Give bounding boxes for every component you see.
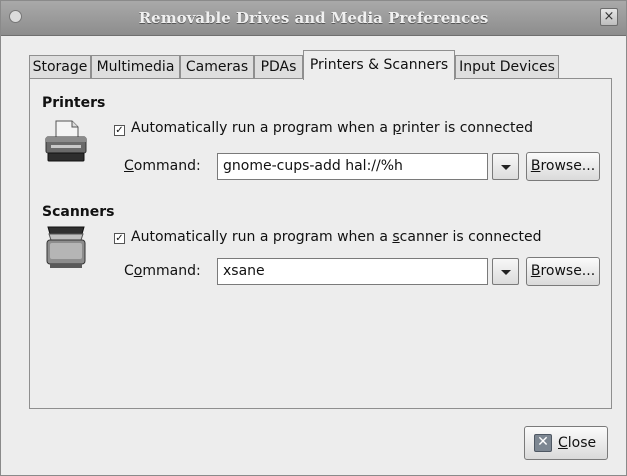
- close-button[interactable]: ✕ Close: [524, 426, 608, 460]
- printer-command-label: Command:: [124, 158, 201, 174]
- window-close-button[interactable]: ×: [600, 8, 618, 26]
- window-title: Removable Drives and Media Preferences: [138, 9, 489, 27]
- printer-command-mnemonic: C: [124, 158, 134, 174]
- scanner-icon: [46, 226, 86, 268]
- tab-input-devices[interactable]: Input Devices: [455, 55, 559, 79]
- scanner-browse-mnemonic: B: [530, 263, 541, 279]
- scanner-browse-button[interactable]: Browse...: [526, 257, 600, 286]
- chevron-down-icon: [501, 165, 511, 170]
- tab-cameras[interactable]: Cameras: [180, 55, 254, 79]
- printer-autorun-mnemonic: p: [392, 120, 402, 136]
- scanner-command-dropdown-button[interactable]: [492, 258, 519, 285]
- printer-command-input[interactable]: gnome-cups-add hal://%h: [217, 153, 488, 180]
- scanner-autorun-label-post: canner is connected: [399, 229, 542, 245]
- printer-autorun-label-post: rinter is connected: [401, 120, 534, 136]
- printer-icon: [45, 120, 87, 162]
- scanners-heading: Scanners: [42, 204, 115, 220]
- scanner-autorun-label-pre: Automatically run a program when a: [131, 229, 393, 245]
- printer-autorun-checkbox[interactable]: ✓: [114, 125, 125, 136]
- printers-heading: Printers: [42, 95, 106, 111]
- close-icon: ✕: [534, 434, 552, 452]
- tab-storage[interactable]: Storage: [29, 55, 91, 79]
- scanner-autorun-label[interactable]: Automatically run a program when a scann…: [131, 229, 541, 245]
- close-button-label: Close: [558, 435, 596, 451]
- printers-scanners-page: Printers ✓ Automatically run a program w…: [29, 78, 612, 409]
- scanner-command-input[interactable]: xsane: [217, 258, 488, 285]
- close-mnemonic: C: [558, 435, 568, 451]
- tab-multimedia[interactable]: Multimedia: [91, 55, 180, 79]
- scanner-command-label-pre: C: [124, 263, 134, 279]
- tab-printers-scanners[interactable]: Printers & Scanners: [303, 50, 455, 80]
- chevron-down-icon: [501, 270, 511, 275]
- scanner-autorun-checkbox[interactable]: ✓: [114, 233, 125, 244]
- scanner-browse-label: rowse...: [540, 263, 596, 279]
- preferences-window: Removable Drives and Media Preferences ×…: [0, 0, 627, 476]
- printer-browse-label: rowse...: [540, 158, 596, 174]
- printer-command-label-rest: ommand:: [133, 158, 201, 174]
- printer-browse-mnemonic: B: [530, 158, 541, 174]
- printer-autorun-label-pre: Automatically run a program when a: [131, 120, 393, 136]
- scanner-command-label-rest: mmand:: [142, 263, 201, 279]
- title-bar[interactable]: Removable Drives and Media Preferences ×: [1, 1, 626, 36]
- close-label-rest: lose: [567, 435, 597, 451]
- tab-pdas[interactable]: PDAs: [254, 55, 303, 79]
- printer-autorun-label[interactable]: Automatically run a program when a print…: [131, 120, 533, 136]
- printer-command-dropdown-button[interactable]: [492, 153, 519, 180]
- printer-browse-button[interactable]: Browse...: [526, 152, 600, 181]
- scanner-command-label: Command:: [124, 263, 201, 279]
- scanner-autorun-mnemonic: s: [392, 229, 400, 245]
